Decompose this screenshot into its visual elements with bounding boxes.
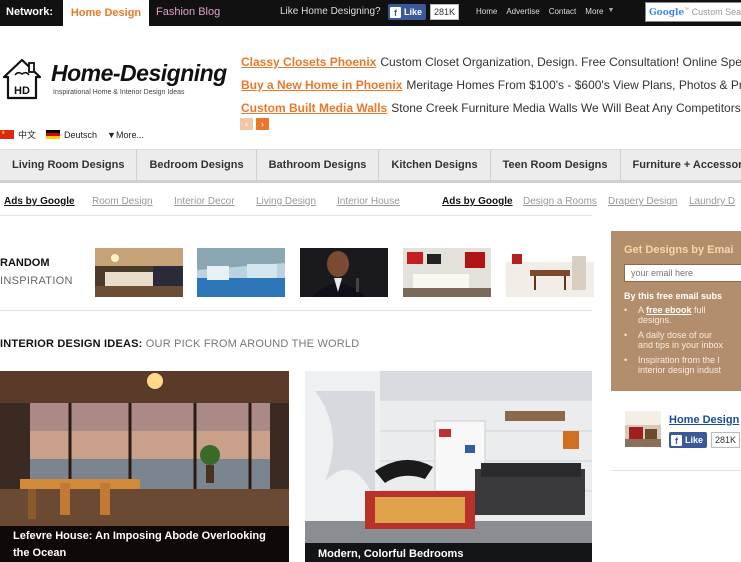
house-logo-icon[interactable]: HD <box>2 57 42 101</box>
card-image-bedroom <box>305 371 592 562</box>
free-ebook-link[interactable]: free ebook <box>646 305 692 315</box>
google-logo-icon: Google <box>649 8 685 18</box>
facebook-icon: f <box>671 434 682 446</box>
inspiration-thumb-3[interactable] <box>300 248 388 297</box>
list-item: A daily dose of our and tips in your inb… <box>624 330 741 350</box>
china-flag-icon[interactable] <box>0 130 14 139</box>
text-ad: Buy a New Home in Phoenix Meritage Homes … <box>241 78 741 92</box>
like-label: Like <box>685 435 704 445</box>
list-item: Inspiration from the l interior design i… <box>624 355 741 375</box>
divider <box>0 215 592 216</box>
facebook-like-button[interactable]: f Like 281K <box>388 4 460 20</box>
subscribe-benefits: A free ebook full designs. A daily dose … <box>624 305 741 380</box>
nav-link-home[interactable]: Home <box>476 7 497 16</box>
card-caption[interactable]: Lefevre House: An Imposing Abode Overloo… <box>0 526 289 562</box>
nav-link-contact[interactable]: Contact <box>549 7 577 16</box>
ad-link[interactable]: Classy Closets Phoenix <box>241 55 376 69</box>
like-label: Like <box>404 7 423 17</box>
email-subscribe-box: Get Designs by Emai By this free email s… <box>611 231 741 391</box>
ad-link-interior-decor[interactable]: Interior Decor <box>174 196 235 207</box>
feature-card-bedrooms[interactable]: Modern, Colorful Bedrooms <box>305 371 592 562</box>
inspiration-thumb-4[interactable] <box>403 248 491 297</box>
inspiration-thumb-2[interactable] <box>197 248 285 297</box>
more-languages-button[interactable]: ▼More... <box>107 130 144 140</box>
logo-mark: HD <box>14 85 30 97</box>
top-text-ads: Classy Closets Phoenix Custom Closet Orga… <box>241 55 741 124</box>
email-field[interactable] <box>624 264 741 282</box>
ad-link-room-design[interactable]: Room Design <box>92 196 153 207</box>
language-selector: 中文 Deutsch ▼More... <box>0 128 154 141</box>
site-logo-title[interactable]: Home-Designing <box>51 60 227 87</box>
nav-kitchen[interactable]: Kitchen Designs <box>379 150 491 181</box>
facebook-page-widget: Home Design f Like 281K <box>625 411 741 451</box>
inspiration-thumb-1[interactable] <box>95 248 183 297</box>
list-item: A free ebook full designs. <box>624 305 741 325</box>
card-caption[interactable]: Modern, Colorful Bedrooms <box>305 543 592 562</box>
facebook-page-thumbnail[interactable] <box>625 411 661 447</box>
card-caption-line: Modern, Colorful Bedrooms <box>318 548 464 560</box>
subscribe-description: By this free email subs <box>624 291 723 301</box>
ads-by-google-label[interactable]: Ads by Google <box>442 196 513 207</box>
random-title: RANDOM <box>0 257 50 269</box>
category-nav: Living Room Designs Bedroom Designs Bath… <box>0 149 741 183</box>
ads-by-google-label[interactable]: Ads by Google <box>4 196 75 207</box>
nav-link-advertise[interactable]: Advertise <box>506 7 539 16</box>
chevron-down-icon[interactable]: ▼ <box>608 7 615 16</box>
card-caption-line: Lefevre House: An Imposing Abode Overloo… <box>13 530 266 542</box>
site-tagline: Inspirational Home & Interior Design Ide… <box>53 89 185 96</box>
nav-link-more[interactable]: More <box>585 7 603 16</box>
text-ad: Classy Closets Phoenix Custom Closet Orga… <box>241 55 741 69</box>
search-placeholder: Custom Sear <box>691 7 741 17</box>
inspiration-thumb-5[interactable] <box>506 248 594 297</box>
card-caption-line: the Ocean <box>13 547 67 559</box>
tab-home-design[interactable]: Home Design <box>63 0 149 26</box>
top-nav-links: Home Advertise Contact More ▼ <box>476 7 614 16</box>
like-prompt: Like Home Designing? <box>280 6 381 17</box>
nav-furniture[interactable]: Furniture + Accessories <box>621 150 741 181</box>
network-bar: Network: Home Design Fashion Blog Like H… <box>0 0 741 26</box>
chevron-left-icon[interactable]: ‹ <box>240 118 253 130</box>
divider <box>0 310 592 311</box>
language-chinese[interactable]: 中文 <box>18 128 36 141</box>
nav-living-room[interactable]: Living Room Designs <box>0 150 138 181</box>
tab-fashion-blog[interactable]: Fashion Blog <box>156 6 220 18</box>
chevron-right-icon[interactable]: › <box>256 118 269 130</box>
facebook-icon: f <box>390 6 401 18</box>
ideas-heading: INTERIOR DESIGN IDEAS: OUR PICK FROM ARO… <box>0 338 359 350</box>
feature-card-lefevre[interactable]: Lefevre House: An Imposing Abode Overloo… <box>0 371 289 562</box>
divider <box>611 470 741 471</box>
facebook-page-name[interactable]: Home Design <box>669 414 739 426</box>
ad-pager: ‹ › <box>240 118 269 130</box>
ad-link[interactable]: Buy a New Home in Phoenix <box>241 78 402 92</box>
ad-link-design-rooms[interactable]: Design a Rooms <box>523 196 597 207</box>
subscribe-title: Get Designs by Emai <box>624 244 734 256</box>
like-count: 281K <box>711 432 741 448</box>
random-subtitle: INSPIRATION <box>0 275 73 287</box>
ad-link-laundry[interactable]: Laundry D <box>689 196 735 207</box>
network-label: Network: <box>6 6 54 18</box>
search-input[interactable]: Google™ Custom Sear <box>645 2 741 22</box>
text-ad: Custom Built Media Walls Stone Creek Furn… <box>241 101 741 115</box>
ad-link-interior-house[interactable]: Interior House <box>337 196 400 207</box>
nav-bathroom[interactable]: Bathroom Designs <box>257 150 380 181</box>
ideas-subtitle: OUR PICK FROM AROUND THE WORLD <box>145 338 360 350</box>
ideas-title: INTERIOR DESIGN IDEAS: <box>0 338 143 350</box>
ad-link-drapery-design[interactable]: Drapery Design <box>608 196 677 207</box>
ad-link-living-design[interactable]: Living Design <box>256 196 316 207</box>
like-count: 281K <box>430 4 460 20</box>
nav-teen-room[interactable]: Teen Room Designs <box>491 150 621 181</box>
facebook-like-button[interactable]: f Like 281K <box>669 432 741 448</box>
germany-flag-icon[interactable] <box>46 130 61 139</box>
nav-bedroom[interactable]: Bedroom Designs <box>137 150 257 181</box>
ad-link[interactable]: Custom Built Media Walls <box>241 101 387 115</box>
language-german[interactable]: Deutsch <box>64 130 97 140</box>
